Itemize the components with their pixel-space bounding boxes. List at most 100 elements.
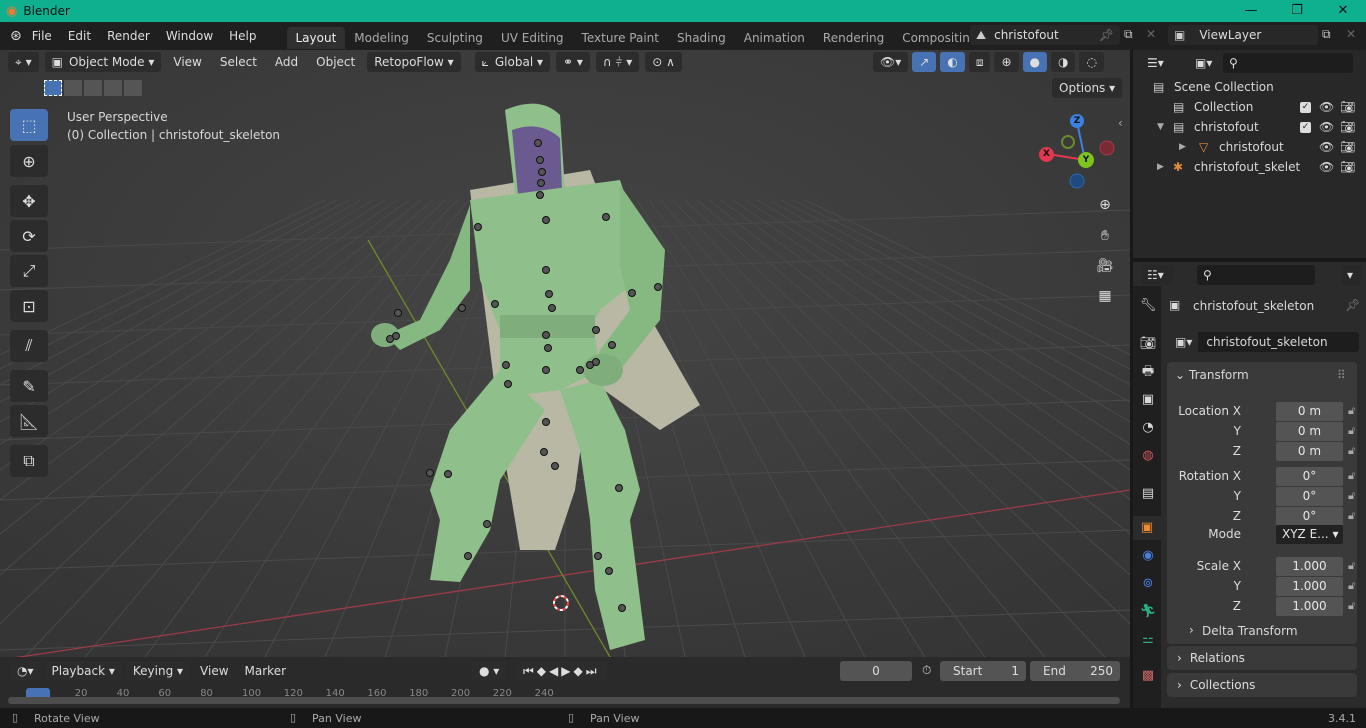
properties-options-dropdown[interactable]: ▾ (1341, 265, 1361, 285)
gizmo-z-axis[interactable]: Z (1070, 114, 1084, 128)
menu-window[interactable]: Window (158, 29, 221, 43)
outliner-item[interactable]: ▤ Collection ✓ 👁︎ 📷︎ (1133, 97, 1366, 117)
bone-tab-icon[interactable]: ⚍ (1136, 628, 1160, 652)
view-layer-tab-icon[interactable]: ▣ (1136, 388, 1160, 412)
rotation-y-field[interactable]: 0° (1276, 487, 1343, 506)
editor-type-button[interactable]: ◔▾ (10, 661, 41, 681)
menu-object[interactable]: Object (310, 55, 361, 69)
end-frame-field[interactable]: End 250 (1030, 661, 1120, 681)
object-datablock-field[interactable]: ▣▾ christofout_skeleton (1169, 332, 1359, 352)
rotation-mode-dropdown[interactable]: XYZ E... ▾ (1276, 525, 1343, 544)
scale-x-field[interactable]: 1.000 (1276, 557, 1343, 576)
select-extend-button[interactable] (64, 80, 82, 96)
rendered-shading-button[interactable]: ◌ (1079, 52, 1104, 72)
overlay-toggle[interactable]: ◐ (940, 52, 965, 72)
physics-tab-icon[interactable]: ◉ (1136, 544, 1160, 568)
select-intersect-button[interactable] (124, 80, 142, 96)
mode-dropdown[interactable]: ▣ Object Mode ▾ (44, 52, 162, 72)
rotate-tool[interactable]: ⟳ (10, 220, 48, 252)
menu-render[interactable]: Render (99, 29, 158, 43)
select-invert-button[interactable] (104, 80, 122, 96)
sidebar-toggle-icon[interactable]: ‹ (1118, 116, 1123, 130)
xray-toggle[interactable]: ⧈ (968, 52, 991, 72)
outliner-display-mode[interactable]: ☰▾ (1141, 53, 1185, 73)
exclude-checkbox[interactable]: ✓ (1300, 121, 1311, 133)
rotation-x-field[interactable]: 0° (1276, 467, 1343, 486)
pin-icon[interactable]: 📌︎ (1345, 298, 1360, 312)
eye-icon[interactable]: 👁︎ (1319, 160, 1334, 174)
expand-down-icon[interactable]: ▼ (1157, 122, 1164, 132)
scene-selector[interactable]: ⛰ christofout 📌︎ (970, 25, 1120, 45)
blender-menu-icon[interactable]: ⊛ (10, 28, 22, 44)
armature-data-tab-icon[interactable]: 🏃︎ (1136, 600, 1160, 624)
exclude-checkbox[interactable]: ✓ (1300, 101, 1311, 113)
retopoflow-tool[interactable]: ⫽ (10, 330, 48, 362)
new-scene-icon[interactable]: ⧉ (1124, 27, 1133, 42)
3d-viewport[interactable]: Z X Y ⌖ ▾ ▣ Object Mode ▾ View Select Add… (0, 50, 1130, 657)
outliner-scene-collection[interactable]: ▤ Scene Collection (1133, 77, 1366, 97)
select-subtract-button[interactable] (84, 80, 102, 96)
tab-layout[interactable]: Layout (286, 27, 346, 49)
options-dropdown[interactable]: Options ▾ (1052, 78, 1123, 98)
properties-search-input[interactable]: ⚲ (1197, 265, 1315, 285)
gizmo-y-axis[interactable]: Y (1078, 152, 1094, 168)
current-frame-field[interactable]: 0 (840, 661, 912, 681)
minimize-button[interactable]: — (1228, 0, 1274, 22)
pin-icon[interactable]: 📌︎ (1099, 28, 1114, 42)
stopwatch-icon[interactable]: ⏱ (922, 663, 931, 678)
wireframe-shading-button[interactable]: ⊕ (994, 52, 1019, 72)
delete-view-layer-icon[interactable]: ✕ (1346, 27, 1356, 41)
camera-icon[interactable]: 📷︎ (1340, 100, 1355, 114)
close-button[interactable]: ✕ (1320, 0, 1366, 22)
eye-icon[interactable]: 👁︎ (1319, 100, 1334, 114)
move-tool[interactable]: ✥ (10, 185, 48, 217)
keying-menu[interactable]: Keying ▾ (125, 661, 191, 681)
menu-view[interactable]: View (167, 55, 207, 69)
menu-help[interactable]: Help (221, 29, 264, 43)
zoom-icon[interactable]: ⊕ (1092, 192, 1118, 218)
world-tab-icon[interactable]: ◍ (1136, 444, 1160, 468)
select-new-button[interactable] (44, 80, 62, 96)
camera-view-icon[interactable]: 🎥︎ (1092, 253, 1118, 279)
unlock-icon[interactable]: 🔓︎ (1348, 424, 1355, 438)
tab-animation[interactable]: Animation (735, 27, 814, 49)
scale-y-field[interactable]: 1.000 (1276, 577, 1343, 596)
outliner-filter[interactable]: ▣▾ (1189, 53, 1223, 73)
measure-tool[interactable]: 📐︎ (10, 405, 48, 437)
unlock-icon[interactable]: 🔓︎ (1348, 559, 1355, 573)
pivot-point-dropdown[interactable]: ⚭ ▾ (556, 52, 590, 72)
outliner-item[interactable]: ▶ ✱ christofout_skelet 👁︎ 📷︎ (1133, 157, 1366, 177)
menu-view[interactable]: View (194, 664, 234, 678)
transform-orientation-dropdown[interactable]: ⟀ Global ▾ (474, 52, 550, 72)
menu-select[interactable]: Select (214, 55, 263, 69)
location-z-field[interactable]: 0 m (1276, 442, 1343, 461)
expand-right-icon[interactable]: ▶ (1179, 142, 1186, 152)
collection-tab-icon[interactable]: ▤ (1136, 482, 1160, 506)
unlock-icon[interactable]: 🔓︎ (1348, 444, 1355, 458)
tab-modeling[interactable]: Modeling (345, 27, 418, 49)
annotate-tool[interactable]: ✎ (10, 370, 48, 402)
visibility-icon[interactable]: 👁︎▾ (873, 52, 909, 72)
unlock-icon[interactable]: 🔓︎ (1348, 404, 1355, 418)
texture-tab-icon[interactable]: ▩ (1136, 664, 1160, 688)
retopoflow-dropdown[interactable]: RetopoFlow ▾ (367, 52, 461, 72)
menu-edit[interactable]: Edit (60, 29, 99, 43)
pan-hand-icon[interactable]: ✋︎ (1092, 223, 1118, 249)
location-y-field[interactable]: 0 m (1276, 422, 1343, 441)
unlock-icon[interactable]: 🔓︎ (1348, 469, 1355, 483)
view-layer-selector[interactable]: ▣ ViewLayer (1168, 25, 1318, 45)
delta-transform-subpanel[interactable]: Delta Transform (1202, 624, 1298, 638)
camera-icon[interactable]: 📷︎ (1340, 140, 1355, 154)
gizmo-x-axis[interactable]: X (1039, 147, 1054, 162)
menu-file[interactable]: File (24, 29, 60, 43)
properties-editor-type[interactable]: ☷▾ (1141, 265, 1173, 285)
outliner-search-input[interactable]: ⚲ (1223, 53, 1353, 73)
chevron-down-icon[interactable]: ⌄ (1175, 368, 1185, 382)
camera-icon[interactable]: 📷︎ (1340, 160, 1355, 174)
outliner-item[interactable]: ▶ ▽ christofout 👁︎ 📷︎ (1133, 137, 1366, 157)
select-box-tool[interactable]: ⬚ (10, 109, 48, 141)
proportional-editing-toggle[interactable]: ⊙ ∧ (645, 52, 682, 72)
new-view-layer-icon[interactable]: ⧉ (1322, 27, 1331, 42)
add-cube-tool[interactable]: ⧉ (10, 445, 48, 477)
perspective-grid-icon[interactable]: ▦ (1092, 283, 1118, 309)
